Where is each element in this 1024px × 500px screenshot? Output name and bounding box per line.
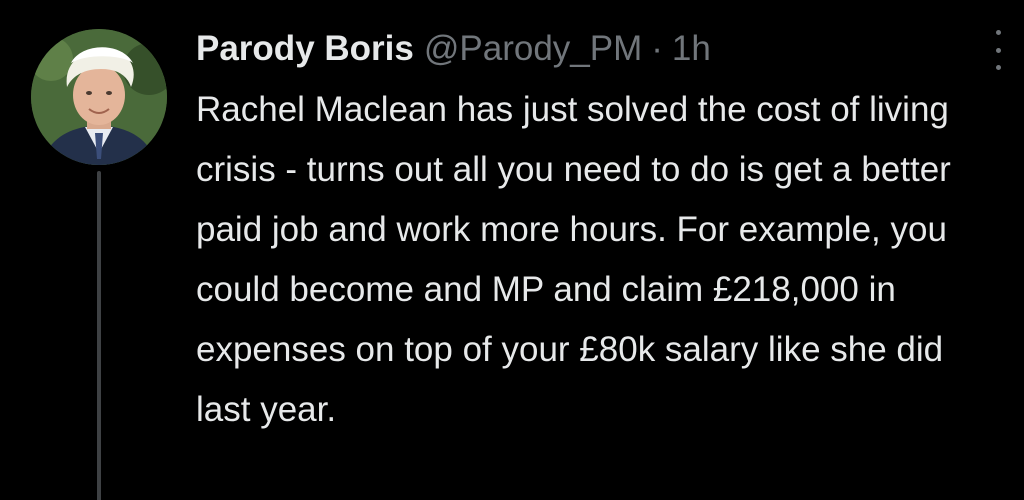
header-separator: ·	[651, 29, 663, 68]
more-dot	[995, 47, 1001, 53]
tweet-header: Parody Boris @Parody_PM · 1h	[196, 22, 1008, 76]
thread-line	[97, 171, 101, 500]
avatar[interactable]	[31, 29, 167, 165]
avatar-column	[31, 29, 171, 500]
more-dot	[995, 30, 1001, 35]
timestamp[interactable]: 1h	[672, 22, 711, 76]
tweet[interactable]: Parody Boris @Parody_PM · 1h Rachel Macl…	[0, 0, 1024, 500]
more-vertical-icon[interactable]	[990, 30, 1006, 70]
tweet-content: Parody Boris @Parody_PM · 1h Rachel Macl…	[196, 22, 1008, 440]
more-dot	[995, 65, 1001, 70]
user-handle[interactable]: @Parody_PM	[424, 22, 642, 76]
display-name[interactable]: Parody Boris	[196, 22, 414, 76]
avatar-photo	[31, 29, 167, 165]
tweet-text: Rachel Maclean has just solved the cost …	[196, 90, 951, 429]
